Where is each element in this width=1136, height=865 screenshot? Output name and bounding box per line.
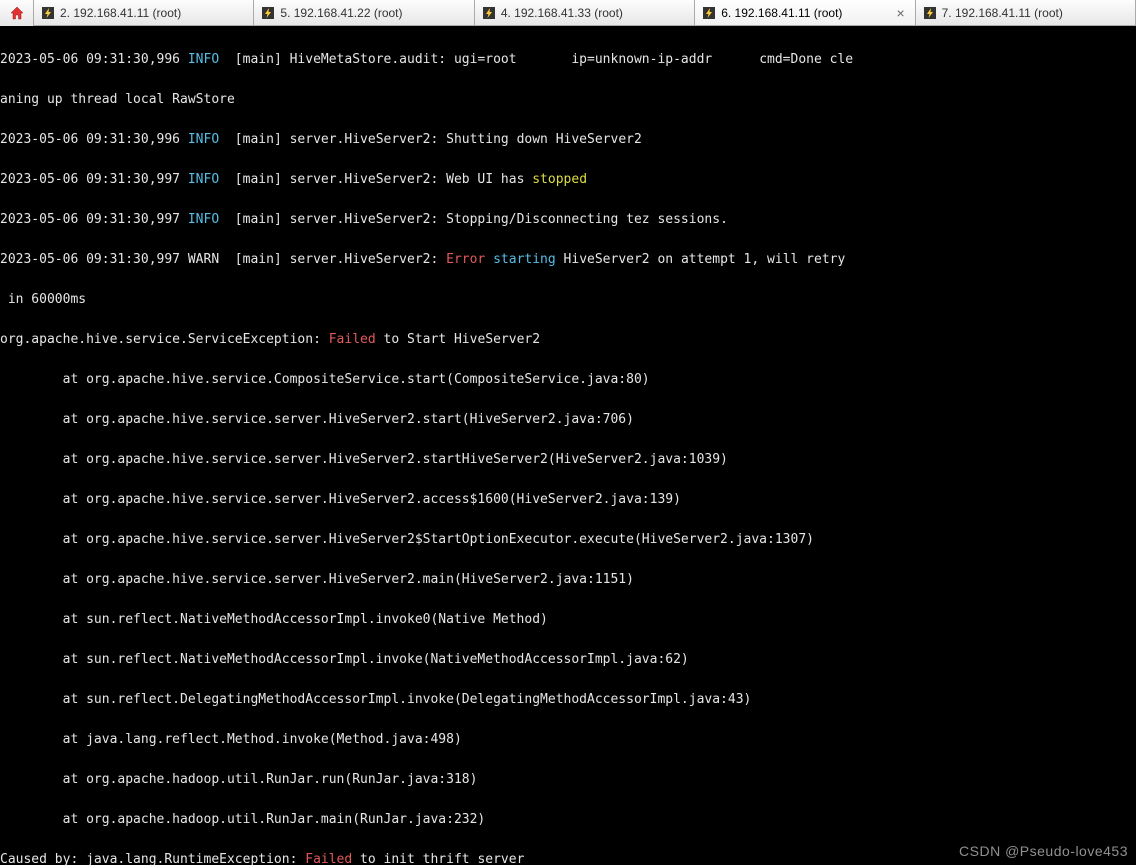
tab-4-label: 4. 192.168.41.33 (root): [501, 6, 686, 20]
log-level-info: INFO: [188, 132, 219, 147]
log-text: [main] server.HiveServer2: Web UI has: [219, 172, 532, 187]
log-level-info: INFO: [188, 52, 219, 67]
log-ts: 2023-05-06 09:31:30,997: [0, 172, 188, 187]
log-text: [main] server.HiveServer2: Shutting down…: [219, 132, 642, 147]
log-text: to Start HiveServer2: [376, 332, 540, 347]
log-text: org.apache.hive.service.ServiceException…: [0, 332, 329, 347]
log-text: aning up thread local RawStore: [0, 92, 235, 107]
log-keyword-error: Error: [446, 252, 485, 267]
tab-7[interactable]: 7. 192.168.41.11 (root): [916, 0, 1136, 25]
tab-5[interactable]: 5. 192.168.41.22 (root): [254, 0, 474, 25]
log-ts: 2023-05-06 09:31:30,996: [0, 52, 188, 67]
tab-4[interactable]: 4. 192.168.41.33 (root): [475, 0, 695, 25]
log-text: in 60000ms: [0, 292, 86, 307]
tab-bar: 2. 192.168.41.11 (root) 5. 192.168.41.22…: [0, 0, 1136, 26]
log-text: [485, 252, 493, 267]
log-level-info: INFO: [188, 172, 219, 187]
stack-line: at sun.reflect.NativeMethodAccessorImpl.…: [0, 652, 689, 667]
log-keyword: starting: [493, 252, 556, 267]
stack-line: at sun.reflect.DelegatingMethodAccessorI…: [0, 692, 751, 707]
log-keyword-error: Failed: [329, 332, 376, 347]
stack-line: at sun.reflect.NativeMethodAccessorImpl.…: [0, 612, 548, 627]
log-text: [main] HiveMetaStore.audit: ugi=root ip=…: [219, 52, 853, 67]
watermark: CSDN @Pseudo-love453: [959, 841, 1128, 861]
bolt-icon: [483, 7, 495, 19]
close-icon[interactable]: ×: [894, 6, 906, 20]
home-icon: [9, 5, 25, 21]
log-text: 2023-05-06 09:31:30,997 WARN [main] serv…: [0, 252, 446, 267]
tab-5-label: 5. 192.168.41.22 (root): [280, 6, 465, 20]
stack-line: at org.apache.hive.service.server.HiveSe…: [0, 572, 634, 587]
log-ts: 2023-05-06 09:31:30,996: [0, 132, 188, 147]
bolt-icon: [42, 7, 54, 19]
tab-2[interactable]: 2. 192.168.41.11 (root): [34, 0, 254, 25]
home-tab[interactable]: [0, 0, 34, 26]
log-keyword-error: Failed: [305, 852, 352, 865]
log-ts: 2023-05-06 09:31:30,997: [0, 212, 188, 227]
stack-line: at org.apache.hive.service.CompositeServ…: [0, 372, 650, 387]
tab-7-label: 7. 192.168.41.11 (root): [942, 6, 1127, 20]
log-level-info: INFO: [188, 212, 219, 227]
stack-line: at org.apache.hive.service.server.HiveSe…: [0, 532, 814, 547]
log-text: to init thrift server: [352, 852, 524, 865]
caused-by: Caused by: java.lang.RuntimeException:: [0, 852, 305, 865]
terminal-output[interactable]: 2023-05-06 09:31:30,996 INFO [main] Hive…: [0, 26, 1136, 865]
stack-line: at java.lang.reflect.Method.invoke(Metho…: [0, 732, 462, 747]
bolt-icon: [703, 7, 715, 19]
bolt-icon: [924, 7, 936, 19]
tab-2-label: 2. 192.168.41.11 (root): [60, 6, 245, 20]
tab-6-label: 6. 192.168.41.11 (root): [721, 6, 888, 20]
log-text: HiveServer2 on attempt 1, will retry: [556, 252, 846, 267]
tab-6[interactable]: 6. 192.168.41.11 (root) ×: [695, 0, 915, 25]
log-keyword: stopped: [532, 172, 587, 187]
stack-line: at org.apache.hadoop.util.RunJar.run(Run…: [0, 772, 477, 787]
stack-line: at org.apache.hive.service.server.HiveSe…: [0, 492, 681, 507]
bolt-icon: [262, 7, 274, 19]
log-text: [main] server.HiveServer2: Stopping/Disc…: [219, 212, 728, 227]
stack-line: at org.apache.hadoop.util.RunJar.main(Ru…: [0, 812, 485, 827]
stack-line: at org.apache.hive.service.server.HiveSe…: [0, 412, 634, 427]
stack-line: at org.apache.hive.service.server.HiveSe…: [0, 452, 728, 467]
